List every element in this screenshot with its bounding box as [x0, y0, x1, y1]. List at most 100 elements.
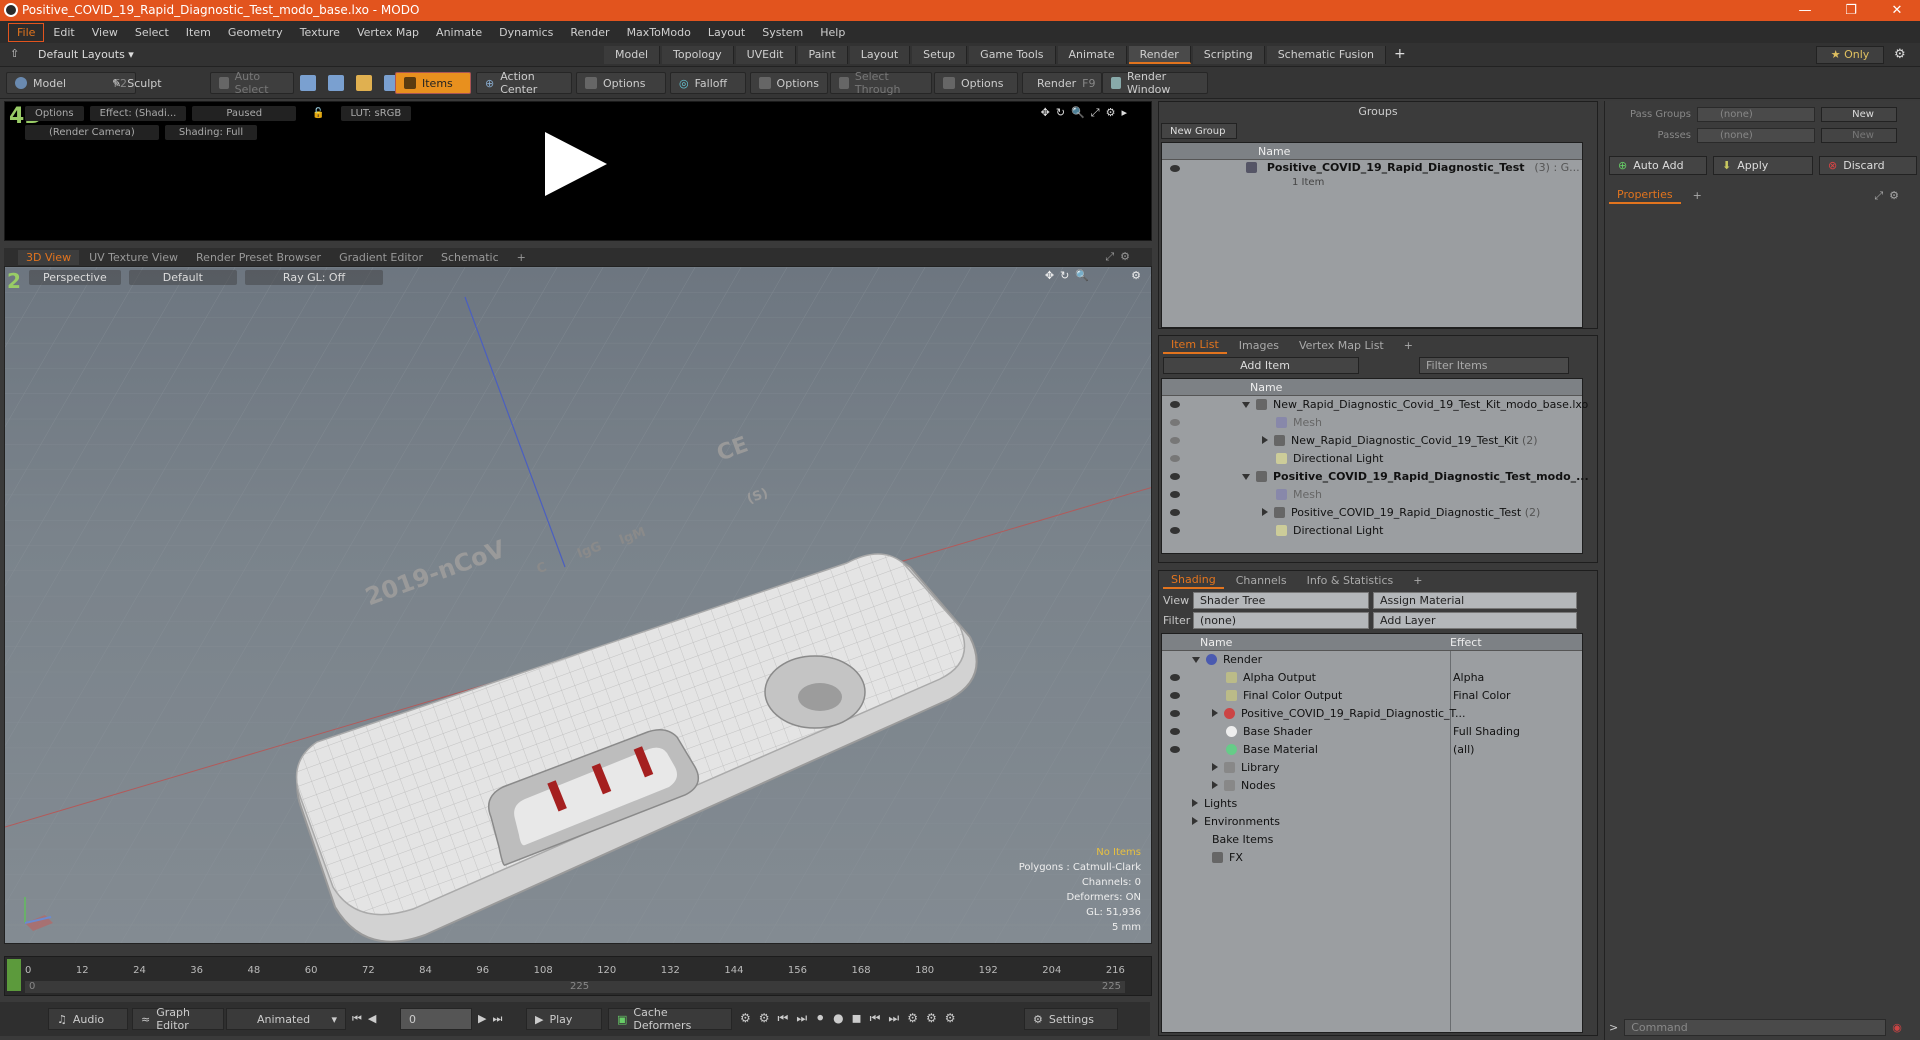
item-row-light-1[interactable]: Directional Light [1162, 450, 1582, 468]
add-tab-icon[interactable]: + [1388, 46, 1412, 64]
shader-row-environments[interactable]: Environments [1162, 813, 1582, 831]
shader-row-render[interactable]: Render [1162, 651, 1582, 669]
timeline-playhead[interactable] [7, 959, 21, 991]
minimize-icon[interactable]: — [1782, 0, 1828, 21]
passes-dropdown[interactable]: (none) [1697, 128, 1815, 143]
add-properties-tab-icon[interactable]: + [1685, 188, 1710, 203]
group-visibility-icon[interactable] [1170, 165, 1180, 172]
shader-row-nodes[interactable]: Nodes [1162, 777, 1582, 795]
transport-forward-icons[interactable]: ▶⏭ [478, 1012, 508, 1026]
tab-layout[interactable]: Layout [849, 46, 911, 64]
menu-dynamics[interactable]: Dynamics [491, 24, 561, 41]
preview-lut[interactable]: LUT: sRGB [340, 106, 412, 121]
viewport-nav-icons[interactable]: ✥↻🔍 [1045, 269, 1095, 282]
new-pass-group-button[interactable]: New [1821, 107, 1897, 122]
tab-render-preset-browser[interactable]: Render Preset Browser [188, 250, 329, 265]
shader-row-library[interactable]: Library [1162, 759, 1582, 777]
item-row-mesh-1[interactable]: Mesh [1162, 414, 1582, 432]
only-button[interactable]: ★ Only [1816, 46, 1884, 64]
options-button-1[interactable]: Options [576, 72, 666, 94]
falloff-button[interactable]: ◎ Falloff [670, 72, 746, 94]
play-button[interactable]: ▶ Play [526, 1008, 602, 1030]
menu-edit[interactable]: Edit [45, 24, 82, 41]
transport-back-icons[interactable]: ⏮◀ [352, 1012, 382, 1026]
tab-info-statistics[interactable]: Info & Statistics [1299, 573, 1402, 588]
timeline[interactable]: 0 12 24 36 48 60 72 84 96 108 120 132 14… [4, 956, 1152, 996]
vertices-icon[interactable] [300, 75, 316, 91]
play-icon[interactable] [545, 132, 607, 196]
tab-game-tools[interactable]: Game Tools [969, 46, 1056, 64]
menu-layout[interactable]: Layout [700, 24, 753, 41]
add-panel-tab-icon[interactable]: + [1396, 338, 1421, 353]
menu-maxtomodo[interactable]: MaxToModo [619, 24, 699, 41]
settings-button[interactable]: ⚙ Settings [1024, 1008, 1118, 1030]
restore-icon[interactable]: ❐ [1828, 0, 1874, 21]
command-stop-icon[interactable]: ◉ [1892, 1021, 1902, 1034]
shader-tree[interactable]: Name Effect Render Alpha Output Alpha Fin… [1161, 633, 1583, 1033]
item-row-test[interactable]: Positive_COVID_19_Rapid_Diagnostic_Test … [1162, 504, 1582, 522]
preview-shading[interactable]: Shading: Full [164, 125, 258, 140]
layout-selector[interactable]: Default Layouts ▾ [38, 48, 134, 61]
cache-deformers-button[interactable]: ▣ Cache Deformers [608, 1006, 732, 1032]
menu-texture[interactable]: Texture [292, 24, 348, 41]
close-icon[interactable]: ✕ [1874, 0, 1920, 21]
tab-model[interactable]: Model [604, 46, 661, 64]
shader-row-fx[interactable]: FX [1162, 849, 1582, 867]
graph-editor-button[interactable]: ≈ Graph Editor [132, 1006, 224, 1032]
shader-row-base-material[interactable]: Base Material (all) [1162, 741, 1582, 759]
shader-row-final-color[interactable]: Final Color Output Final Color [1162, 687, 1582, 705]
preview-options[interactable]: Options [25, 106, 84, 121]
preview-effect[interactable]: Effect: (Shadi... [89, 106, 187, 121]
tab-shading[interactable]: Shading [1163, 572, 1224, 589]
preview-paused[interactable]: Paused [192, 106, 297, 121]
shader-row-base-shader[interactable]: Base Shader Full Shading [1162, 723, 1582, 741]
tab-images[interactable]: Images [1231, 338, 1287, 353]
action-center-button[interactable]: ⊕ Action Center [476, 70, 572, 96]
properties-panel-icons[interactable]: ⤢⚙ [1866, 188, 1913, 204]
menu-geometry[interactable]: Geometry [220, 24, 291, 41]
add-item-button[interactable]: Add Item [1163, 357, 1359, 374]
menu-file[interactable]: File [8, 22, 45, 42]
item-row-mesh-2[interactable]: Mesh [1162, 486, 1582, 504]
sculpt-button[interactable]: ✎ Sculpt [104, 72, 200, 94]
shader-row-bake-items[interactable]: Bake Items [1162, 831, 1582, 849]
collapse-icon[interactable]: ⇧ [10, 47, 19, 60]
menu-help[interactable]: Help [812, 24, 853, 41]
new-group-button[interactable]: New Group [1161, 123, 1237, 139]
tab-uv-texture-view[interactable]: UV Texture View [81, 250, 186, 265]
items-button[interactable]: Items [395, 72, 471, 94]
viewport-settings-icon[interactable]: ⚙ [1131, 269, 1141, 282]
tab-render[interactable]: Render [1128, 46, 1191, 64]
render-window-button[interactable]: Render Window [1102, 70, 1208, 96]
tab-item-list[interactable]: Item List [1163, 337, 1227, 354]
item-list-tree[interactable]: Name New_Rapid_Diagnostic_Covid_19_Test_… [1161, 378, 1589, 554]
shader-row-material-group[interactable]: Positive_COVID_19_Rapid_Diagnostic_T... [1162, 705, 1582, 723]
view-style[interactable]: Default [128, 269, 237, 285]
3d-viewport[interactable]: 2 Perspective Default Ray GL: Off ✥↻🔍 ⚙ … [4, 266, 1152, 944]
add-viewport-tab-icon[interactable]: + [509, 250, 534, 265]
viewport-panel-icons[interactable]: ⤢⚙ [1097, 249, 1144, 265]
timeline-range[interactable]: 0 225 225 [25, 981, 1125, 993]
filter-dropdown[interactable]: (none) [1193, 611, 1369, 629]
shader-row-lights[interactable]: Lights [1162, 795, 1582, 813]
menu-select[interactable]: Select [127, 24, 177, 41]
shader-row-alpha[interactable]: Alpha Output Alpha [1162, 669, 1582, 687]
audio-button[interactable]: ♫ Audio [48, 1008, 128, 1030]
item-row-kit[interactable]: New_Rapid_Diagnostic_Covid_19_Test_Kit (… [1162, 432, 1582, 450]
discard-button[interactable]: ⊗ Discard [1819, 156, 1917, 175]
add-layer-dropdown[interactable]: Add Layer [1373, 611, 1577, 629]
tab-gradient-editor[interactable]: Gradient Editor [331, 250, 431, 265]
auto-select-button[interactable]: Auto Select [210, 70, 294, 96]
frame-input[interactable]: 0 [400, 1008, 472, 1030]
options-button-3[interactable]: Options [934, 72, 1018, 94]
animated-dropdown[interactable]: Animated ▾ [226, 1008, 346, 1030]
tab-schematic-fusion[interactable]: Schematic Fusion [1266, 46, 1387, 64]
tab-paint[interactable]: Paint [797, 46, 848, 64]
add-shading-tab-icon[interactable]: + [1405, 573, 1430, 588]
tab-channels[interactable]: Channels [1228, 573, 1295, 588]
gear-icon[interactable]: ⚙ [1894, 47, 1906, 62]
auto-add-button[interactable]: ⊕ Auto Add [1609, 156, 1707, 175]
groups-list[interactable]: Name Positive_COVID_19_Rapid_Diagnostic_… [1161, 142, 1583, 328]
preview-camera[interactable]: (Render Camera) [25, 125, 159, 140]
ray-gl-toggle[interactable]: Ray GL: Off [244, 269, 384, 285]
